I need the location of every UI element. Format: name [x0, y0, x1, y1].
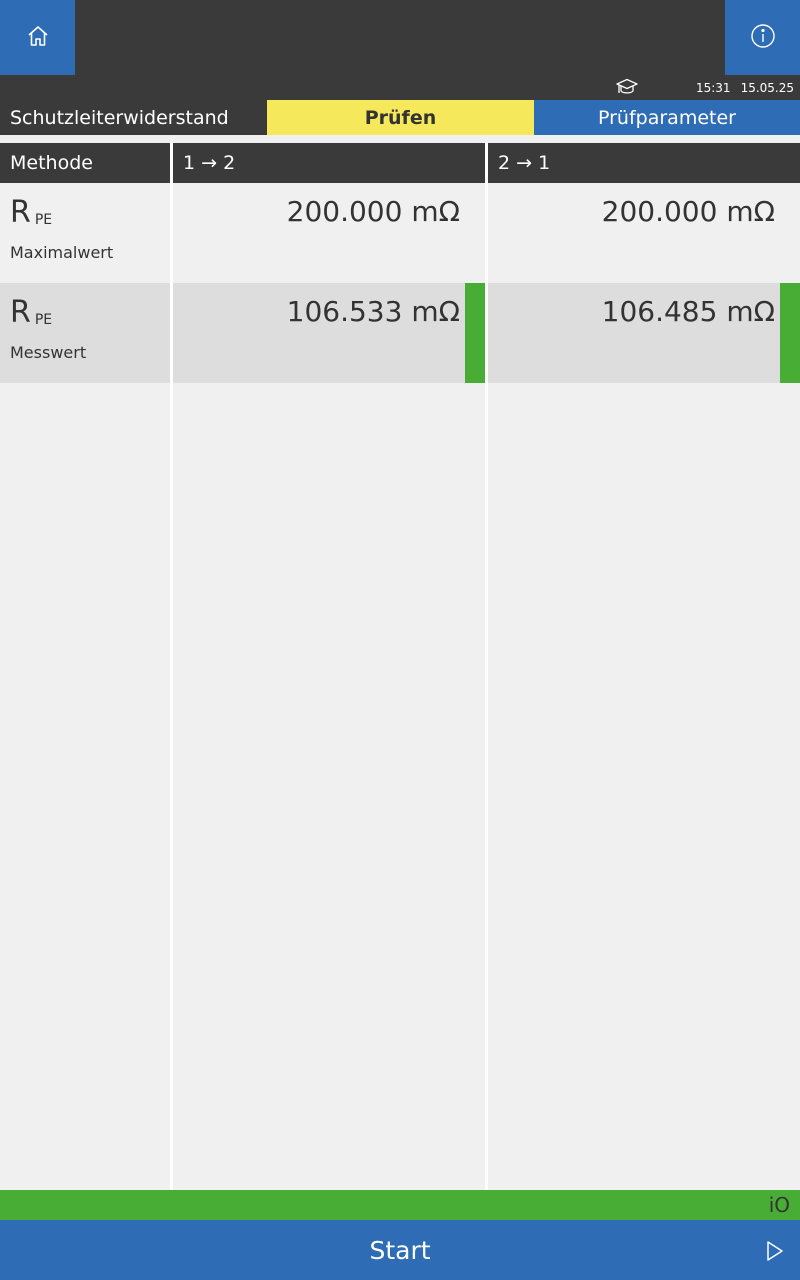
- graduation-cap-icon: [616, 78, 638, 99]
- row-label-max: Maximalwert: [10, 243, 114, 262]
- cell-max-1-2: 200.000 mΩ: [173, 183, 485, 283]
- result-label: iO: [768, 1193, 790, 1217]
- cell-max-2-1: 200.000 mΩ: [488, 183, 800, 283]
- cell-measured-2-1: 106.485 mΩ: [488, 283, 800, 383]
- page-title: Schutzleiterwiderstand: [0, 100, 267, 135]
- tab-bar: Schutzleiterwiderstand Prüfen Prüfparame…: [0, 100, 800, 135]
- table-row-max: R PE Maximalwert: [0, 183, 170, 283]
- info-button[interactable]: [725, 0, 800, 75]
- method-column: Methode R PE Maximalwert R PE Messwert: [0, 143, 170, 1190]
- clock-date: 15.05.25: [740, 81, 794, 95]
- column-header-method: Methode: [0, 143, 170, 183]
- table-row-measured: R PE Messwert: [0, 283, 170, 383]
- result-status-bar: iO: [0, 1190, 800, 1220]
- top-bar: 15:31 15.05.25: [0, 0, 800, 100]
- value-measured-2-1: 106.485 mΩ: [601, 295, 775, 328]
- status-area: 15:31 15.05.25: [616, 78, 794, 96]
- info-icon: [750, 23, 776, 53]
- column-header-1-2: 1 → 2: [173, 143, 485, 183]
- home-button[interactable]: [0, 0, 75, 75]
- clock-time: 15:31: [695, 81, 731, 95]
- direction-1-2-column: 1 → 2 200.000 mΩ 106.533 mΩ: [173, 143, 485, 1190]
- home-icon: [26, 24, 50, 52]
- pass-indicator: [465, 283, 485, 383]
- play-icon: [766, 1240, 784, 1266]
- value-max-2-1: 200.000 mΩ: [601, 195, 775, 228]
- value-measured-1-2: 106.533 mΩ: [286, 295, 460, 328]
- symbol-rpe: R PE: [10, 295, 53, 330]
- column-header-2-1: 2 → 1: [488, 143, 800, 183]
- tab-pruefparameter[interactable]: Prüfparameter: [534, 100, 800, 135]
- start-label: Start: [369, 1235, 431, 1265]
- cell-measured-1-2: 106.533 mΩ: [173, 283, 485, 383]
- measurement-table: Methode R PE Maximalwert R PE Messwert 1 →…: [0, 143, 800, 1190]
- start-button[interactable]: Start: [0, 1220, 800, 1280]
- pass-indicator: [780, 283, 800, 383]
- value-max-1-2: 200.000 mΩ: [286, 195, 460, 228]
- tab-pruefen[interactable]: Prüfen: [267, 100, 534, 135]
- direction-2-1-column: 2 → 1 200.000 mΩ 106.485 mΩ: [488, 143, 800, 1190]
- symbol-rpe: R PE: [10, 195, 53, 230]
- row-label-measured: Messwert: [10, 343, 87, 362]
